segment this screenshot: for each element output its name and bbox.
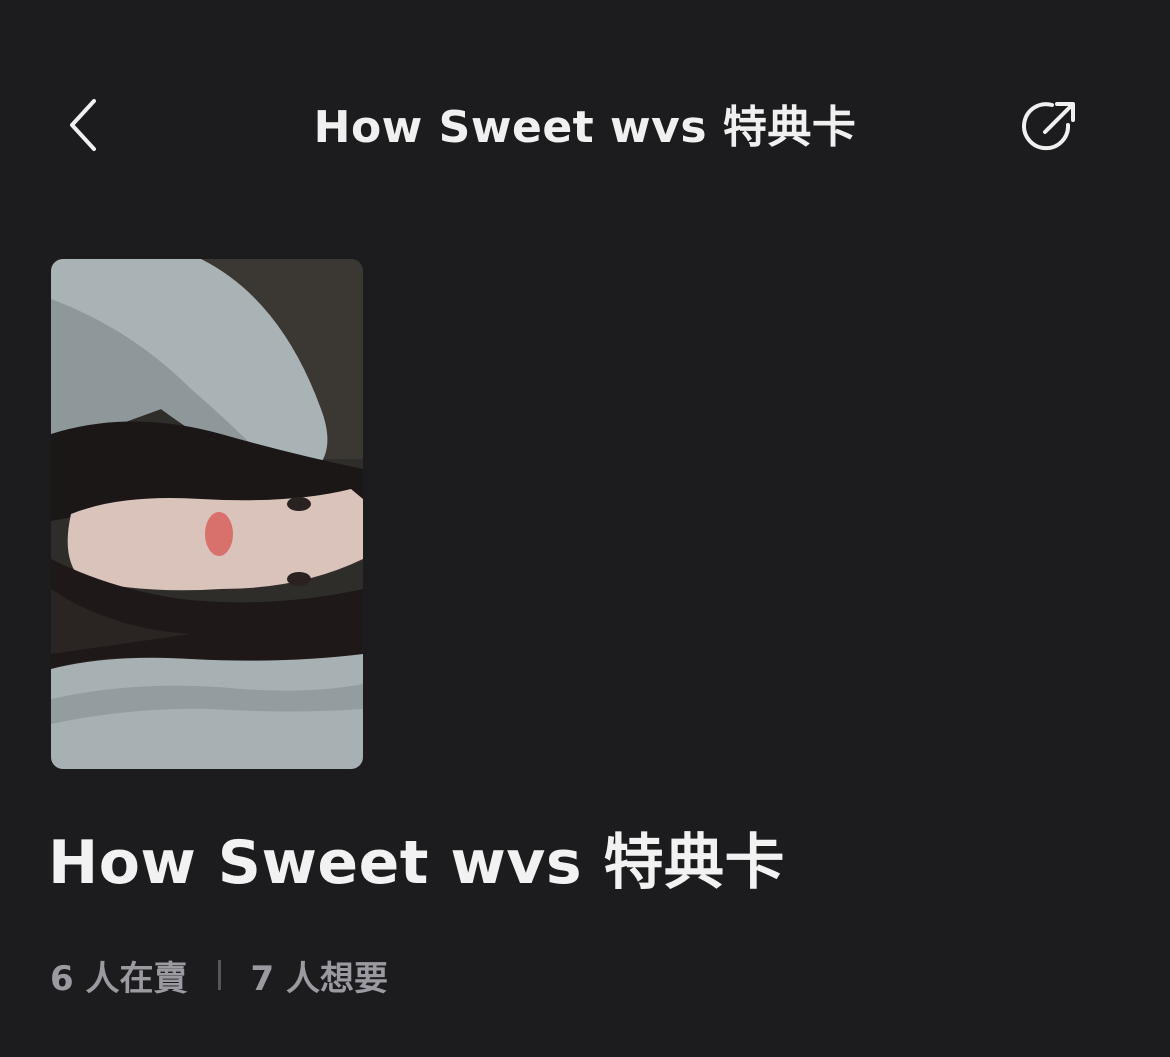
photocard-illustration [51, 259, 363, 769]
photocard-image[interactable] [51, 259, 363, 769]
wanting-count[interactable]: 7 人想要 [251, 951, 389, 1000]
top-navigation-bar: How Sweet wvs 特典卡 [0, 60, 1170, 200]
share-button[interactable] [1012, 92, 1088, 162]
back-button[interactable] [52, 90, 116, 160]
product-stats: 6 人在賣 7 人想要 [50, 950, 388, 1000]
stats-divider [217, 960, 221, 990]
chevron-left-icon [70, 99, 96, 151]
page-title: How Sweet wvs 特典卡 [313, 102, 857, 153]
product-title: How Sweet wvs 特典卡 [48, 828, 785, 898]
selling-count[interactable]: 6 人在賣 [50, 951, 188, 1000]
share-external-icon [1022, 102, 1075, 151]
